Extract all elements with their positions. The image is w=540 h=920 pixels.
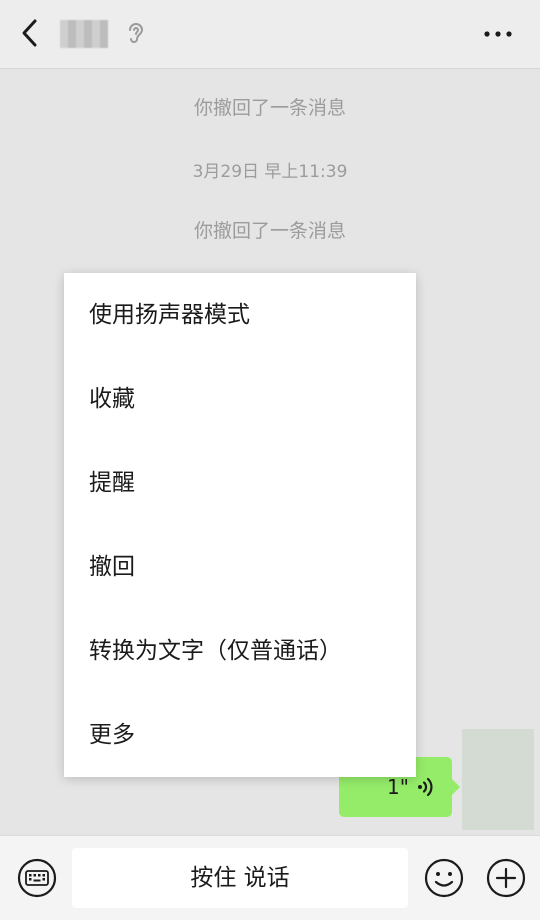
menu-item-convert-to-text[interactable]: 转换为文字（仅普通话） <box>64 609 416 693</box>
menu-item-favorite[interactable]: 收藏 <box>64 357 416 441</box>
input-bar: 按住 说话 <box>0 835 540 920</box>
emoji-icon[interactable] <box>424 858 464 898</box>
menu-item-speaker-mode[interactable]: 使用扬声器模式 <box>64 273 416 357</box>
menu-item-more[interactable]: 更多 <box>64 693 416 777</box>
hold-to-talk-button[interactable]: 按住 说话 <box>72 848 408 908</box>
recall-notice: 你撤回了一条消息 <box>193 97 346 119</box>
voice-wave-icon <box>415 776 435 798</box>
keyboard-icon[interactable] <box>17 858 57 898</box>
chat-header <box>0 0 540 69</box>
contact-name <box>60 20 108 48</box>
menu-item-recall[interactable]: 撤回 <box>64 525 416 609</box>
menu-item-remind[interactable]: 提醒 <box>64 441 416 525</box>
recall-notice: 你撤回了一条消息 <box>193 220 346 242</box>
avatar[interactable] <box>462 729 534 830</box>
more-dots-icon[interactable] <box>482 24 514 44</box>
plus-icon[interactable] <box>486 858 526 898</box>
back-chevron-icon[interactable] <box>18 18 44 48</box>
voice-duration: 1" <box>387 775 409 799</box>
earpiece-mode-icon <box>124 20 148 46</box>
message-timestamp: 3月29日 早上11:39 <box>192 162 348 182</box>
context-menu: 使用扬声器模式 收藏 提醒 撤回 转换为文字（仅普通话） 更多 <box>64 273 416 777</box>
